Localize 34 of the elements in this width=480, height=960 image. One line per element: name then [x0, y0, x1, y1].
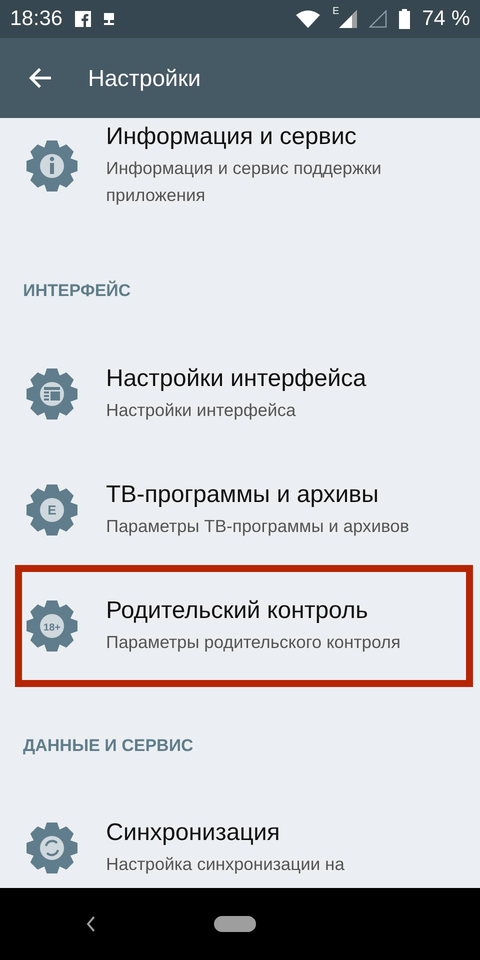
- signal-icon: [369, 10, 388, 28]
- network-type: E: [332, 6, 340, 17]
- facebook-icon: [74, 11, 91, 27]
- item-subtitle: Настройки интерфейса: [106, 398, 297, 422]
- item-subtitle: Параметры родительского контроля: [106, 630, 402, 654]
- settings-item[interactable]: Настройки интерфейса Настройки интерфейса: [0, 336, 480, 452]
- section-header: ИНТЕРФЕЙС: [23, 281, 131, 301]
- home-button[interactable]: [214, 916, 256, 932]
- status-time: 18:36: [10, 7, 63, 31]
- item-title: ТВ-программы и архивы: [106, 480, 380, 508]
- wifi-icon: [296, 10, 320, 28]
- settings-item[interactable]: Информация и сервис Информация и сервис поддержки приложения: [0, 118, 480, 210]
- signal-icon: [339, 10, 358, 28]
- settings-item[interactable]: Синхронизация Настройка синхронизации на: [0, 790, 480, 888]
- back-button[interactable]: [86, 916, 96, 932]
- toolbar-title: Настройки: [88, 64, 201, 92]
- item-subtitle: Информация и сервис поддержки приложения: [106, 157, 382, 207]
- item-title: Синхронизация: [106, 818, 281, 846]
- gear-icon: 18+: [26, 600, 78, 652]
- gear-icon: E: [26, 484, 78, 536]
- gear-icon: [26, 140, 78, 192]
- item-subtitle: Настройка синхронизации на: [106, 852, 346, 876]
- item-title: Информация и сервис: [106, 123, 358, 151]
- item-title: Родительский контроль: [106, 596, 369, 624]
- battery-icon: [399, 9, 410, 29]
- section-header: ДАННЫЕ И СЕРВИС: [23, 736, 194, 756]
- gear-icon: [26, 822, 78, 874]
- monitor-icon: [102, 12, 115, 26]
- highlighted-settings-item[interactable]: 18+ Родительский контроль Параметры родительского контроля: [18, 568, 470, 684]
- item-title: Настройки интерфейса: [106, 364, 366, 392]
- battery-percent: 74 %: [422, 7, 470, 31]
- settings-item[interactable]: E ТВ-программы и архивы Параметры ТВ-программы и архивов: [0, 452, 480, 568]
- item-subtitle: Параметры ТВ-программы и архивов: [106, 514, 410, 538]
- gear-icon: [26, 368, 78, 420]
